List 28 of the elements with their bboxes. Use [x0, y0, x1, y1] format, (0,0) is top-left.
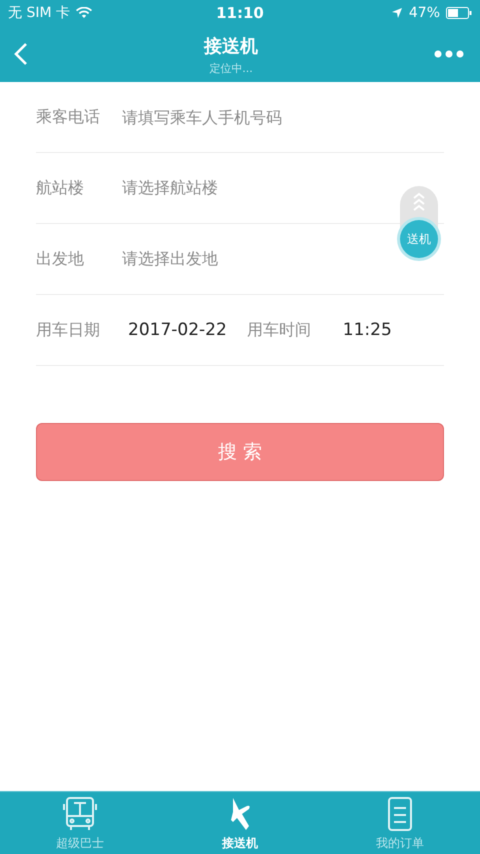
clock-text: 11:10 [216, 4, 264, 22]
select-field[interactable]: 请选择出发地 [122, 248, 218, 270]
toggle-track[interactable]: 送机 [400, 186, 438, 258]
battery-icon [446, 6, 472, 18]
more-icon[interactable] [434, 50, 464, 58]
select-field[interactable]: 请选择航站楼 [122, 178, 218, 198]
field-label: 用车时间 [246, 320, 311, 340]
search-button[interactable]: 搜 索 [36, 423, 444, 481]
order-list-icon [386, 796, 414, 832]
battery-text: 47% [408, 4, 440, 20]
wifi-icon [76, 6, 92, 18]
back-icon[interactable] [14, 42, 28, 66]
tab-item[interactable]: 接送机 [160, 792, 320, 854]
field-label: 航站楼 [36, 178, 85, 198]
page-title: 接送机 [204, 34, 258, 58]
date-field[interactable]: 2017-02-22 [128, 320, 227, 340]
time-field[interactable]: 11:25 [342, 320, 392, 340]
toggle-knob[interactable]: 送机 [400, 220, 438, 258]
tab-item[interactable]: 我的订单 [320, 792, 480, 854]
field-label: 乘客电话 [36, 106, 101, 128]
field-label: 出发地 [36, 248, 85, 270]
field-label: 用车日期 [36, 320, 101, 340]
bus-icon [63, 796, 97, 832]
location-status-text: 定位中... [209, 60, 253, 76]
carrier-text: 无 SIM 卡 [8, 4, 70, 22]
tab-item[interactable]: 超级巴士 [0, 792, 160, 854]
location-arrow-icon [390, 6, 403, 18]
phone-input-field[interactable]: 请填写乘车人手机号码 [122, 108, 444, 126]
